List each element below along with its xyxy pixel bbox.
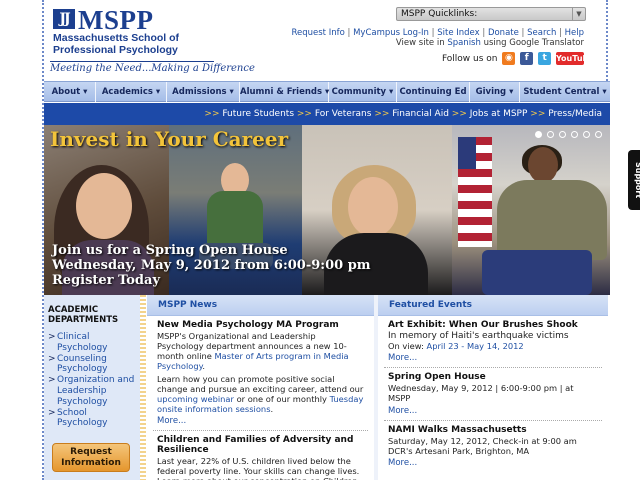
slide-dot-1[interactable] <box>535 131 542 138</box>
hero-caption-line-1: Join us for a Spring Open House <box>52 243 288 258</box>
hero-caption[interactable]: Join us for a Spring Open House Wednesda… <box>52 243 371 288</box>
mycampus-login-link[interactable]: MyCampus Log-In <box>353 28 429 38</box>
logo-line-2: Professional Psychology <box>53 44 178 56</box>
quicklinks-label: MSPP Quicklinks: <box>401 9 478 19</box>
event-more-link[interactable]: More... <box>388 406 598 417</box>
nav-giving[interactable]: Giving ▾ <box>470 82 520 102</box>
twitter-icon[interactable]: t <box>538 52 552 65</box>
news-item-body: Last year, 22% of U.S. children lived be… <box>157 456 360 480</box>
nav-alumni-friends[interactable]: Alumni & Friends ▾ <box>240 82 329 102</box>
news-item: New Media Psychology MA Program MSPP's O… <box>153 316 368 431</box>
follow-us: Follow us on ◉ f t YouTube <box>441 52 594 66</box>
nav-academics[interactable]: Academics ▾ <box>96 82 167 102</box>
audience-nav: >> Future Students >> For Veterans >> Fi… <box>44 103 610 125</box>
sidebar-item-organization-leadership[interactable]: Organization and Leadership Psychology <box>48 375 138 407</box>
hero-title: Invest in Your Career <box>50 127 289 151</box>
hero-slideshow[interactable]: DU Invest in Your Career Join us for a S… <box>44 125 610 295</box>
hero-caption-line-2: Wednesday, May 9, 2012 from 6:00-9:00 pm <box>52 258 371 273</box>
help-link[interactable]: Help <box>565 28 584 38</box>
logo-tagline: Meeting the Need...Making a Difference <box>50 61 255 74</box>
youtube-icon[interactable]: YouTube <box>556 52 594 65</box>
news-item-title[interactable]: New Media Psychology MA Program <box>157 320 364 330</box>
sidebar-item-clinical[interactable]: Clinical Psychology <box>48 332 138 354</box>
event-line-1: Wednesday, May 9, 2012 | 6:00-9:00 pm | … <box>388 383 574 403</box>
sidebar-item-counseling[interactable]: Counseling Psychology <box>48 354 138 376</box>
nav-admissions[interactable]: Admissions ▾ <box>167 82 240 102</box>
event-line-2: On view: April 23 - May 14, 2012 <box>388 341 524 351</box>
nav-student-central[interactable]: Student Central ▾ <box>520 82 610 102</box>
nav-continuing-ed[interactable]: Continuing Ed <box>397 82 470 102</box>
chevron-down-icon: ▼ <box>572 8 585 20</box>
hero-caption-line-3: Register Today <box>52 273 160 288</box>
rss-icon[interactable]: ◉ <box>502 52 516 65</box>
logo-mark-icon: JJ <box>53 9 75 29</box>
translate-suffix: using Google Translator <box>483 38 584 48</box>
subnav-press-media[interactable]: Press/Media <box>548 109 602 119</box>
event-item: Art Exhibit: When Our Brushes Shook In m… <box>384 316 602 368</box>
translate-prefix: View site in <box>395 38 445 48</box>
nav-community[interactable]: Community ▾ <box>329 82 397 102</box>
nav-about[interactable]: About ▾ <box>44 82 96 102</box>
event-date: April 23 - May 14, 2012 <box>426 341 524 351</box>
news-item-body: MSPP's Organizational and Leadership Psy… <box>157 331 349 371</box>
event-more-link[interactable]: More... <box>388 353 598 364</box>
sidebar-title: ACADEMIC DEPARTMENTS <box>48 305 119 325</box>
event-line-1: In memory of Haiti's earthquake victims <box>388 331 569 341</box>
request-information-button[interactable]: Request Information <box>52 443 130 472</box>
event-title[interactable]: Spring Open House <box>388 372 598 382</box>
sidebar-item-school[interactable]: School Psychology <box>48 408 138 430</box>
slide-indicators <box>535 131 602 138</box>
facebook-icon[interactable]: f <box>520 52 534 65</box>
news-item: Children and Families of Adversity and R… <box>153 431 368 480</box>
event-line-2: DCR's Artesani Park, Brighton, MA <box>388 446 530 456</box>
event-title[interactable]: Art Exhibit: When Our Brushes Shook <box>388 320 598 330</box>
subnav-future-students[interactable]: Future Students <box>222 109 294 119</box>
events-heading: Featured Events <box>378 295 608 316</box>
events-column: Featured Events Art Exhibit: When Our Br… <box>378 295 608 480</box>
column-divider <box>140 295 146 480</box>
news-heading: MSPP News <box>147 295 374 316</box>
subnav-financial-aid[interactable]: Financial Aid <box>392 109 449 119</box>
news-item-body-2: Learn how you can promote positive socia… <box>157 374 364 414</box>
webinar-link[interactable]: upcoming webinar <box>157 394 234 404</box>
news-item-title[interactable]: Children and Families of Adversity and R… <box>157 435 364 455</box>
subnav-jobs[interactable]: Jobs at MSPP <box>470 109 528 119</box>
main-nav: About ▾ Academics ▾ Admissions ▾ Alumni … <box>44 81 610 102</box>
mspp-logo[interactable]: JJ MSPP Massachusetts School of Professi… <box>50 5 255 74</box>
translate-spanish-link[interactable]: Spanish <box>447 38 481 48</box>
news-column: MSPP News New Media Psychology MA Progra… <box>147 295 374 480</box>
follow-label: Follow us on <box>441 54 498 64</box>
event-title[interactable]: NAMI Walks Massachusetts <box>388 425 598 435</box>
slide-dot-3[interactable] <box>559 131 566 138</box>
event-item: NAMI Walks Massachusetts Saturday, May 1… <box>384 421 602 472</box>
event-more-link[interactable]: More... <box>388 458 598 469</box>
support-tab[interactable]: Support <box>628 150 640 210</box>
page-container: JJ MSPP Massachusetts School of Professi… <box>42 0 610 480</box>
quicklinks-select[interactable]: MSPP Quicklinks: ▼ <box>396 7 586 21</box>
slide-dot-6[interactable] <box>595 131 602 138</box>
search-link[interactable]: Search <box>527 28 556 38</box>
department-list: Clinical Psychology Counseling Psycholog… <box>48 332 138 429</box>
news-more-link[interactable]: More... <box>157 416 364 427</box>
request-info-link[interactable]: Request Info <box>291 28 344 38</box>
event-line-1: Saturday, May 12, 2012, Check-in at 9:00… <box>388 436 577 446</box>
donate-link[interactable]: Donate <box>488 28 519 38</box>
logo-line-1: Massachusetts School of <box>53 32 180 44</box>
utility-links: Request Info | MyCampus Log-In | Site In… <box>291 28 584 48</box>
site-index-link[interactable]: Site Index <box>437 28 479 38</box>
slide-dot-2[interactable] <box>547 131 554 138</box>
subnav-for-veterans[interactable]: For Veterans <box>315 109 372 119</box>
flag-image <box>458 137 492 247</box>
slide-dot-5[interactable] <box>583 131 590 138</box>
slide-dot-4[interactable] <box>571 131 578 138</box>
event-item: Spring Open House Wednesday, May 9, 2012… <box>384 368 602 421</box>
